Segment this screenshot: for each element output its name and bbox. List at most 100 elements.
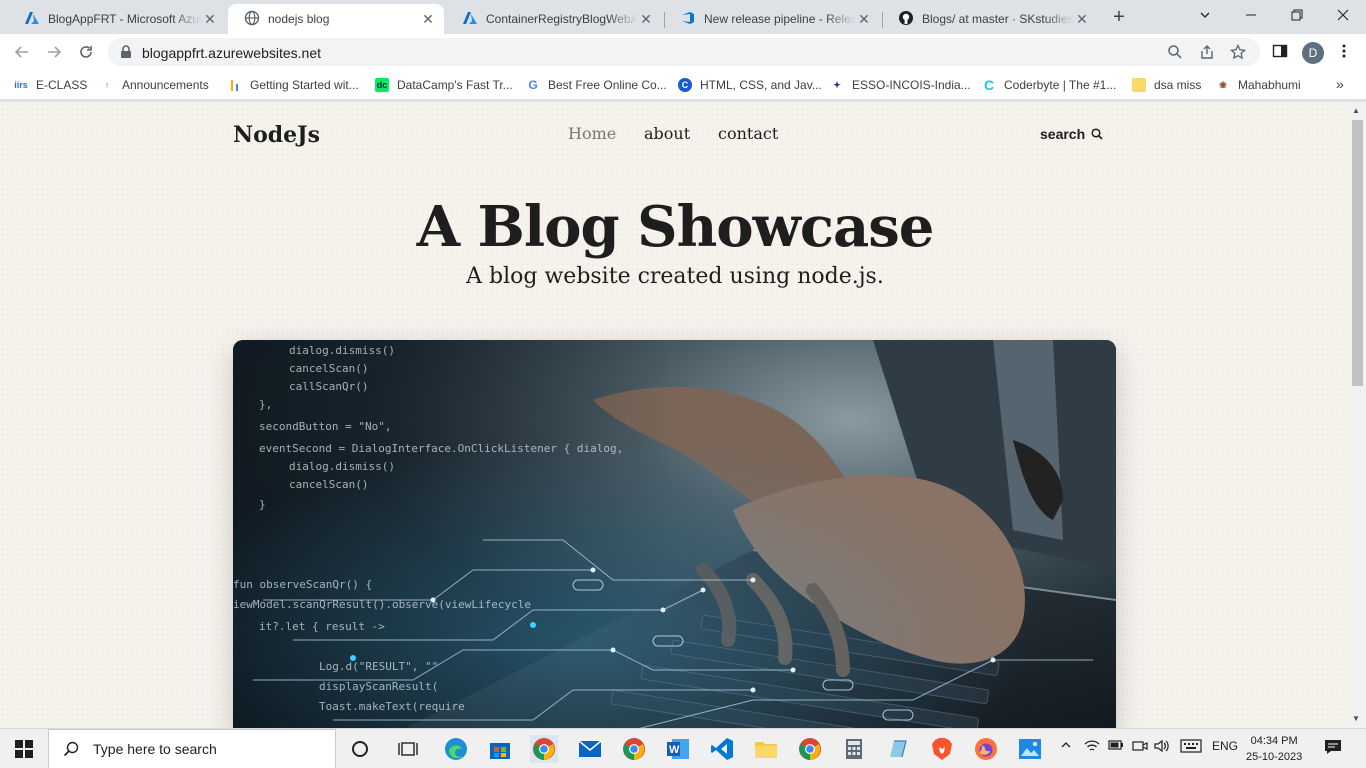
scroll-down-arrow-icon[interactable]: ▼ bbox=[1352, 714, 1360, 723]
taskbar-chrome-profile-2[interactable] bbox=[620, 735, 648, 763]
code-line: }, bbox=[259, 398, 272, 411]
site-logo[interactable]: NodeJs bbox=[233, 122, 320, 148]
bookmark-label: HTML, CSS, and Jav... bbox=[700, 78, 822, 92]
folder-icon bbox=[755, 742, 777, 758]
tab-title: New release pipeline - Releases bbox=[704, 12, 856, 26]
bookmark-html-css-js[interactable]: C HTML, CSS, and Jav... bbox=[678, 76, 822, 94]
svg-text:W: W bbox=[669, 744, 680, 756]
forward-button[interactable] bbox=[42, 40, 66, 64]
touch-keyboard-icon[interactable] bbox=[1180, 739, 1202, 756]
taskbar-store[interactable] bbox=[486, 735, 514, 763]
taskbar-mail[interactable] bbox=[576, 735, 604, 763]
bookmark-label: dsa miss bbox=[1154, 78, 1202, 92]
tab-blogappfrt-azure[interactable]: BlogAppFRT - Microsoft Azure ✕ bbox=[8, 4, 226, 34]
reload-button[interactable] bbox=[74, 40, 98, 64]
cortana-circle-icon bbox=[352, 741, 368, 757]
restore-button[interactable] bbox=[1274, 0, 1320, 30]
back-button[interactable] bbox=[10, 40, 34, 64]
nav-home-link[interactable]: Home bbox=[568, 124, 616, 143]
nav-contact-link[interactable]: contact bbox=[718, 124, 778, 143]
start-button[interactable] bbox=[10, 735, 38, 763]
search-icon bbox=[63, 741, 79, 757]
wifi-icon[interactable] bbox=[1084, 739, 1100, 756]
bookmark-label: ESSO-INCOIS-India... bbox=[852, 78, 971, 92]
task-view-button[interactable] bbox=[394, 735, 422, 763]
vscode-icon bbox=[711, 738, 733, 760]
bookmark-announcements[interactable]: ↑ Announcements bbox=[100, 76, 209, 94]
announcement-icon: ↑ bbox=[104, 80, 110, 90]
taskbar-chrome-profile-3[interactable] bbox=[796, 735, 824, 763]
bookmark-label: E-CLASS bbox=[36, 78, 88, 92]
code-line: eventSecond = DialogInterface.OnClickLis… bbox=[259, 442, 623, 455]
tab-strip: BlogAppFRT - Microsoft Azure ✕ nodejs bl… bbox=[0, 0, 1366, 34]
chrome-icon bbox=[533, 738, 555, 760]
taskbar-vscode[interactable] bbox=[708, 735, 736, 763]
taskbar-calculator[interactable] bbox=[840, 735, 868, 763]
bookmark-star-icon[interactable] bbox=[1229, 43, 1248, 62]
bookmark-mahabhumi[interactable]: ❀ Mahabhumi bbox=[1216, 76, 1300, 94]
bookmark-coderbyte[interactable]: C Coderbyte | The #1... bbox=[982, 76, 1116, 94]
bookmark-datacamp[interactable]: dc DataCamp's Fast Tr... bbox=[375, 76, 513, 94]
cortana-button[interactable] bbox=[346, 735, 374, 763]
taskbar-chrome-active[interactable] bbox=[530, 735, 558, 763]
close-icon[interactable]: ✕ bbox=[202, 11, 218, 27]
side-panel-icon[interactable] bbox=[1272, 43, 1290, 61]
url-text[interactable]: blogappfrt.azurewebsites.net bbox=[142, 45, 321, 61]
page-scrollbar-thumb[interactable] bbox=[1352, 120, 1363, 386]
taskbar-brave[interactable] bbox=[928, 735, 956, 763]
close-icon[interactable]: ✕ bbox=[420, 11, 436, 27]
bookmark-esso-incois[interactable]: ✦ ESSO-INCOIS-India... bbox=[830, 76, 971, 94]
minimize-button[interactable] bbox=[1228, 0, 1274, 30]
taskbar-snipping-tool[interactable] bbox=[884, 735, 912, 763]
search-button[interactable]: search bbox=[1040, 126, 1103, 142]
taskbar-search-box[interactable]: Type here to search bbox=[48, 729, 336, 768]
globe-icon bbox=[244, 10, 260, 29]
close-icon[interactable]: ✕ bbox=[1074, 11, 1090, 27]
volume-icon[interactable] bbox=[1154, 739, 1170, 756]
taskbar-word[interactable]: W bbox=[664, 735, 692, 763]
bookmark-best-free-online[interactable]: G Best Free Online Co... bbox=[526, 76, 666, 94]
bookmarks-overflow-button[interactable]: » bbox=[1336, 76, 1344, 92]
tab-release-pipeline[interactable]: New release pipeline - Releases ✕ bbox=[664, 4, 880, 34]
tab-container-registry[interactable]: ContainerRegistryBlogWebApp ✕ bbox=[446, 4, 662, 34]
taskbar-search-placeholder: Type here to search bbox=[93, 741, 217, 757]
close-window-button[interactable] bbox=[1320, 0, 1366, 30]
tab-title: ContainerRegistryBlogWebApp bbox=[486, 12, 638, 26]
scroll-up-arrow-icon[interactable]: ▲ bbox=[1352, 106, 1360, 115]
new-tab-button[interactable]: + bbox=[1108, 6, 1130, 28]
bookmark-getting-started[interactable]: Getting Started wit... bbox=[228, 76, 359, 94]
profile-avatar[interactable]: D bbox=[1302, 42, 1324, 64]
bookmark-folder-dsa-miss[interactable]: dsa miss bbox=[1132, 76, 1201, 94]
tab-nodejs-blog[interactable]: nodejs blog ✕ bbox=[228, 4, 444, 34]
calculator-icon bbox=[846, 739, 862, 759]
tab-search-button[interactable] bbox=[1182, 0, 1228, 30]
share-icon[interactable] bbox=[1199, 44, 1217, 62]
code-line: displayScanResult( bbox=[319, 680, 438, 693]
close-icon[interactable]: ✕ bbox=[856, 11, 872, 27]
taskbar-firefox[interactable] bbox=[972, 735, 1000, 763]
notification-center-icon[interactable] bbox=[1324, 739, 1342, 758]
more-menu-icon[interactable] bbox=[1336, 43, 1354, 61]
taskbar-edge[interactable] bbox=[442, 735, 470, 763]
address-bar[interactable]: blogappfrt.azurewebsites.net bbox=[108, 38, 1260, 66]
tab-github-blogs[interactable]: Blogs/ at master · SKstudies ✕ bbox=[882, 4, 1098, 34]
battery-icon[interactable] bbox=[1108, 739, 1124, 754]
meet-now-icon[interactable] bbox=[1132, 739, 1148, 756]
firefox-icon bbox=[975, 738, 997, 760]
tab-title: Blogs/ at master · SKstudies bbox=[922, 12, 1074, 26]
tab-title: nodejs blog bbox=[268, 12, 330, 26]
zoom-icon[interactable] bbox=[1167, 44, 1185, 62]
input-language-indicator[interactable]: ENG bbox=[1212, 739, 1238, 753]
bookmark-e-class[interactable]: iirs E-CLASS bbox=[14, 76, 87, 94]
search-label: search bbox=[1040, 126, 1086, 142]
github-icon bbox=[898, 10, 914, 29]
mahabhumi-icon: ❀ bbox=[1219, 79, 1227, 90]
photos-icon bbox=[1019, 739, 1041, 759]
taskbar-file-explorer[interactable] bbox=[752, 735, 780, 763]
close-icon[interactable]: ✕ bbox=[638, 11, 654, 27]
taskbar-photos[interactable] bbox=[1016, 735, 1044, 763]
nav-about-link[interactable]: about bbox=[644, 124, 690, 143]
system-clock[interactable]: 04:34 PM 25-10-2023 bbox=[1246, 733, 1302, 765]
show-hidden-icons-button[interactable] bbox=[1060, 739, 1072, 754]
browser-toolbar: blogappfrt.azurewebsites.net bbox=[0, 34, 1366, 70]
